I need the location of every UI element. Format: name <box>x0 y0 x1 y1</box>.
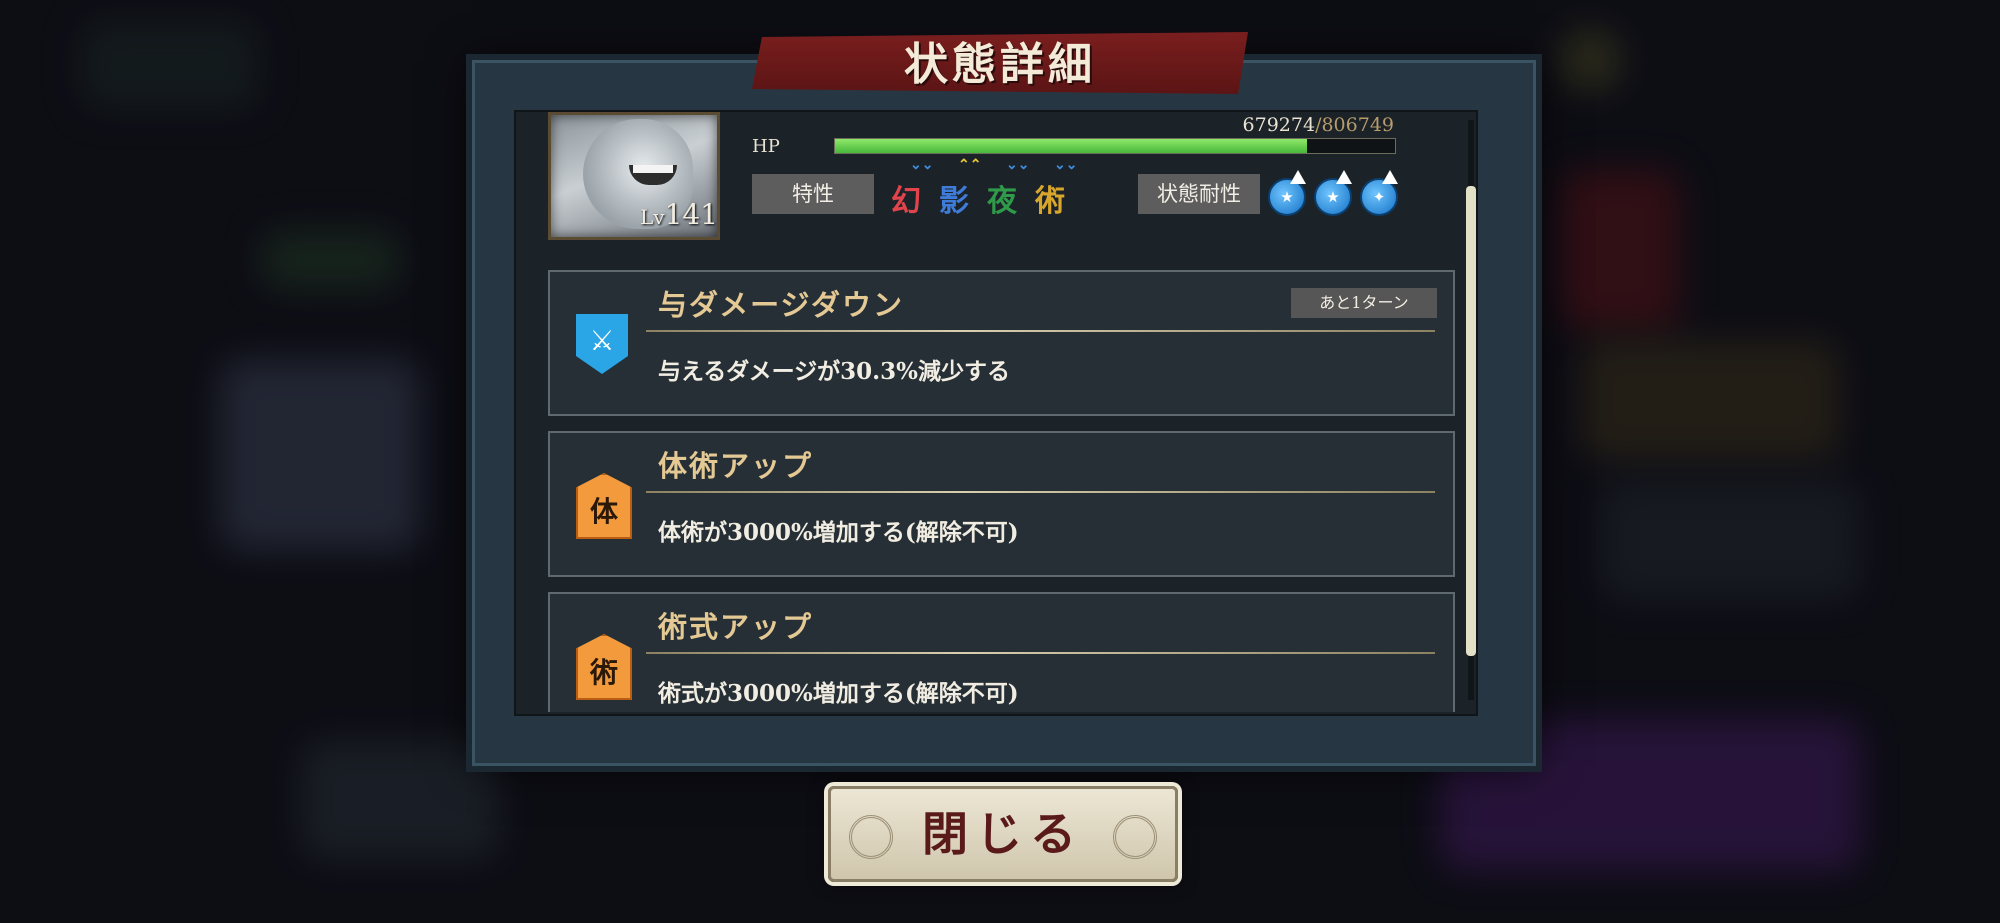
hp-max: 806749 <box>1321 114 1394 136</box>
effect-title: 与ダメージダウン <box>658 288 904 322</box>
effect-description: 与えるダメージが30.3%減少する <box>658 358 1011 385</box>
trait-arrow-icon: ⌃⌃ <box>958 157 982 173</box>
scrollbar-thumb[interactable] <box>1466 186 1476 656</box>
close-button[interactable]: 閉じる <box>828 786 1178 882</box>
trait-arrow-icon: ⌄⌄ <box>910 157 934 173</box>
hp-bar-fill <box>835 139 1307 153</box>
hp-bar <box>834 138 1396 154</box>
effect-divider <box>646 330 1435 332</box>
ornament-right-icon <box>1113 815 1157 859</box>
effect-remaining-turns: あと1ターン <box>1291 288 1437 318</box>
close-button-label: 閉じる <box>922 807 1084 861</box>
effect-card-taijutsu-up[interactable]: 体 体術アップ 体術が3000%増加する(解除不可) <box>548 431 1455 577</box>
trait-icon-2[interactable]: 影 <box>934 176 974 220</box>
ornament-left-icon <box>849 815 893 859</box>
effect-divider <box>646 491 1435 493</box>
effect-divider <box>646 652 1435 654</box>
hp-label: HP <box>752 136 780 157</box>
unit-level: Lv141 <box>640 198 718 231</box>
portrait-teeth <box>633 165 673 173</box>
resist-up-marker-icon <box>1290 170 1306 184</box>
traits-label: 特性 <box>752 174 874 214</box>
taijutsu-icon: 体 <box>576 473 632 539</box>
effect-card-jutsushiki-up[interactable]: 術 術式アップ 術式が3000%増加する(解除不可) <box>548 592 1455 712</box>
resistance-label: 状態耐性 <box>1138 174 1260 214</box>
resist-up-marker-icon <box>1382 170 1398 184</box>
effect-title: 体術アップ <box>658 449 814 483</box>
hp-current: 679274 <box>1242 114 1316 136</box>
trait-icon-1[interactable]: 幻 <box>886 176 926 220</box>
trait-icon-4[interactable]: 術 <box>1030 176 1070 220</box>
dialog-title: 状態詳細 <box>904 39 1096 90</box>
level-value: 141 <box>664 198 719 231</box>
sword-shield-icon: ⚔ <box>576 314 628 374</box>
trait-icon-3[interactable]: 夜 <box>982 176 1022 220</box>
effect-description: 体術が3000%増加する(解除不可) <box>658 519 1019 546</box>
trait-arrow-icon: ⌄⌄ <box>1054 157 1078 173</box>
resist-up-marker-icon <box>1336 170 1352 184</box>
effect-card-damage-down[interactable]: ⚔ 与ダメージダウン あと1ターン 与えるダメージが30.3%減少する <box>548 270 1455 416</box>
trait-arrow-icon: ⌄⌄ <box>1006 157 1030 173</box>
jutsushiki-icon: 術 <box>576 634 632 700</box>
effect-description: 術式が3000%増加する(解除不可) <box>658 680 1019 707</box>
effect-title: 術式アップ <box>658 610 814 644</box>
hp-readout: 679274/806749 <box>1170 114 1394 136</box>
level-prefix: Lv <box>640 205 665 229</box>
